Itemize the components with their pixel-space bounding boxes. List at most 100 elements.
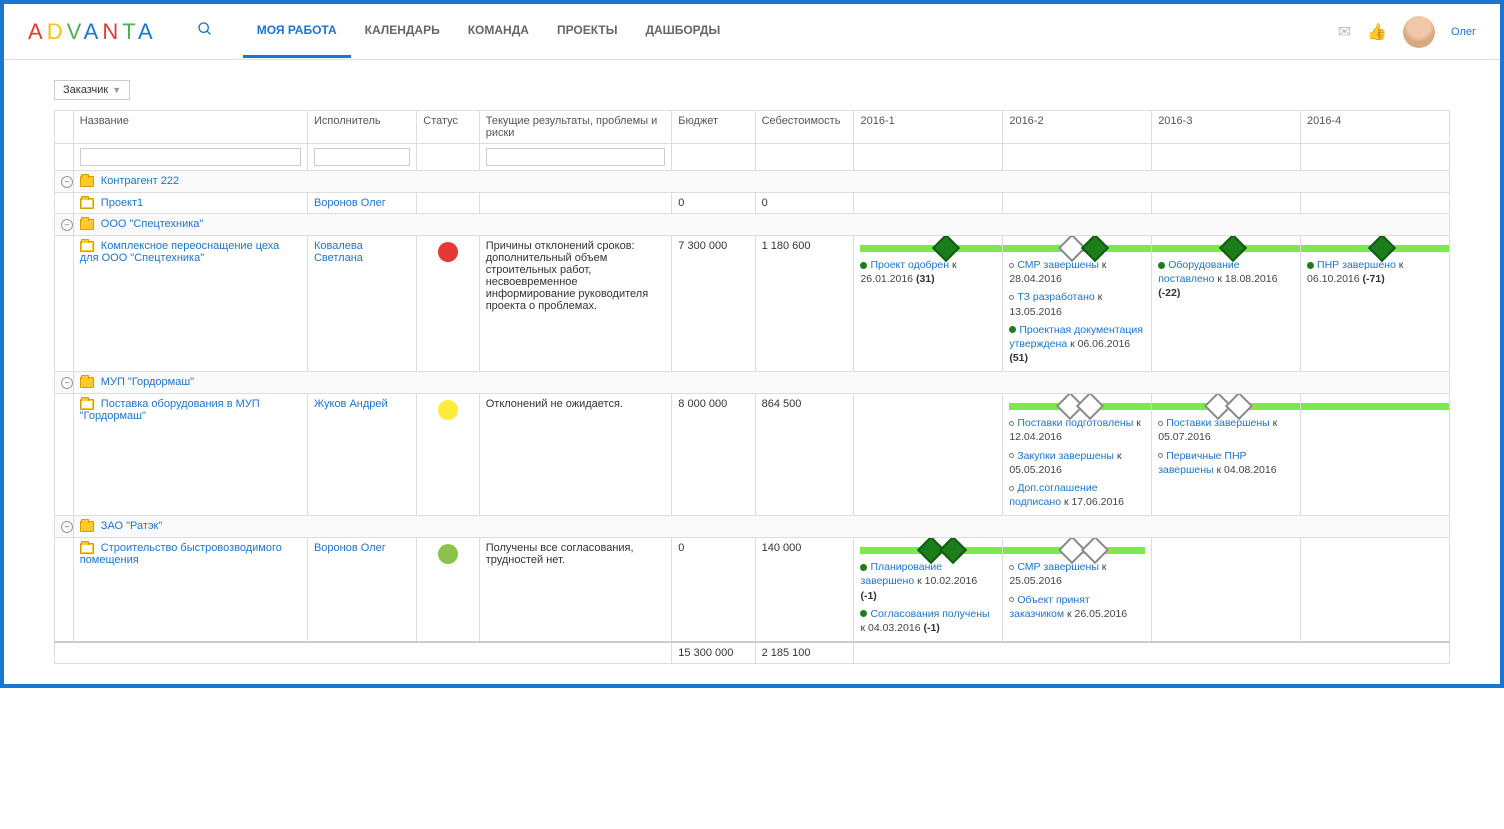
avatar[interactable] — [1403, 16, 1435, 48]
col-budget: Бюджет — [672, 111, 755, 144]
group-name[interactable]: ООО "Спецтехника" — [101, 218, 204, 230]
project-row: Комплексное переоснащение цеха для ООО "… — [55, 236, 1450, 372]
project-name[interactable]: Комплексное переоснащение цеха для ООО "… — [80, 240, 280, 264]
milestone-title[interactable]: Поставки завершены — [1166, 417, 1270, 429]
milestone-dot-icon — [1009, 486, 1014, 491]
milestone-delta: (-71) — [1363, 273, 1385, 285]
search-icon[interactable] — [197, 21, 213, 42]
milestone-date: к 06.06.2016 — [1070, 338, 1130, 350]
nav-dashboards[interactable]: ДАШБОРДЫ — [631, 5, 734, 58]
timeline-cell: Поставки завершены к 05.07.2016Первичные… — [1152, 394, 1301, 516]
group-row: – ООО "Спецтехника" — [55, 214, 1450, 236]
milestone-date: к 18.08.2016 — [1217, 273, 1277, 285]
milestone-date: к 04.08.2016 — [1217, 464, 1277, 476]
logo: ADVANTA — [28, 19, 157, 45]
project-name[interactable]: Проект1 — [101, 197, 143, 209]
project-icon — [80, 399, 94, 410]
filter-results[interactable] — [486, 148, 666, 166]
milestone-dot-icon — [1158, 453, 1163, 458]
results-text: Отклонений не ожидается. — [479, 394, 672, 516]
expand-toggle[interactable]: – — [61, 219, 73, 231]
expand-toggle[interactable]: – — [61, 176, 73, 188]
nav-projects[interactable]: ПРОЕКТЫ — [543, 5, 632, 58]
nav-my-work[interactable]: МОЯ РАБОТА — [243, 5, 351, 58]
col-q4: 2016-4 — [1301, 111, 1450, 144]
group-row: – Контрагент 222 — [55, 171, 1450, 193]
main-nav: МОЯ РАБОТА КАЛЕНДАРЬ КОМАНДА ПРОЕКТЫ ДАШ… — [243, 5, 735, 58]
milestone-date: к 04.03.2016 — [860, 622, 920, 634]
status-indicator — [438, 400, 458, 420]
group-name[interactable]: Контрагент 222 — [101, 175, 179, 187]
timeline-cell — [1301, 394, 1450, 516]
group-row: – МУП "Гордормаш" — [55, 372, 1450, 394]
executor-link[interactable]: Воронов Олег — [314, 197, 386, 209]
cost-value: 864 500 — [755, 394, 854, 516]
milestone-title[interactable]: ТЗ разработано — [1017, 291, 1094, 303]
milestone-title[interactable]: СМР завершены — [1017, 561, 1099, 573]
milestone-dot-icon — [1158, 421, 1163, 426]
timeline-cell: Проект одобрен к 26.01.2016 (31) — [854, 236, 1003, 372]
header-icons: ✉ 👍 Олег — [1338, 16, 1476, 48]
results-text: Причины отклонений сроков: дополнительны… — [479, 236, 672, 372]
budget-value: 7 300 000 — [672, 236, 755, 372]
milestone-title[interactable]: Закупки завершены — [1017, 450, 1114, 462]
milestone-date: к 10.02.2016 — [917, 575, 977, 587]
milestone: Поставки подготовлены к 12.04.2016 — [1009, 416, 1145, 444]
col-executor: Исполнитель — [307, 111, 416, 144]
cost-value: 140 000 — [755, 538, 854, 642]
folder-icon — [80, 521, 94, 532]
milestone-dot-icon — [1158, 262, 1165, 269]
timeline-cell: СМР завершены к 25.05.2016Объект принят … — [1003, 538, 1152, 642]
col-results: Текущие результаты, проблемы и риски — [479, 111, 672, 144]
executor-link[interactable]: Воронов Олег — [314, 542, 386, 554]
username[interactable]: Олег — [1451, 26, 1476, 38]
project-name[interactable]: Поставка оборудования в МУП "Гордормаш" — [80, 398, 260, 422]
timeline-cell — [1152, 538, 1301, 642]
milestone: Первичные ПНР завершены к 04.08.2016 — [1158, 449, 1294, 477]
expand-toggle[interactable]: – — [61, 377, 73, 389]
milestone-title[interactable]: СМР завершены — [1017, 259, 1099, 271]
total-cost: 2 185 100 — [755, 642, 854, 664]
group-name[interactable]: ЗАО "Ратэк" — [101, 520, 162, 532]
milestone-title[interactable]: Согласования получены — [870, 608, 989, 620]
cost-value: 0 — [755, 193, 854, 214]
folder-icon — [80, 219, 94, 230]
nav-team[interactable]: КОМАНДА — [454, 5, 543, 58]
milestone-title[interactable]: Поставки подготовлены — [1017, 417, 1133, 429]
milestone-dot-icon — [1009, 263, 1014, 268]
filter-executor[interactable] — [314, 148, 410, 166]
mail-icon[interactable]: ✉ — [1338, 22, 1351, 42]
customer-dropdown[interactable]: Заказчик▼ — [54, 80, 130, 100]
expand-toggle[interactable]: – — [61, 521, 73, 533]
timeline-cell — [1301, 538, 1450, 642]
milestone-title[interactable]: ПНР завершено — [1317, 259, 1396, 271]
filter-name[interactable] — [80, 148, 301, 166]
milestone-dot-icon — [1307, 262, 1314, 269]
thumbs-up-icon[interactable]: 👍 — [1367, 22, 1387, 42]
budget-value: 0 — [672, 193, 755, 214]
timeline-cell: Оборудование поставлено к 18.08.2016 (-2… — [1152, 236, 1301, 372]
milestone: ТЗ разработано к 13.05.2016 — [1009, 290, 1145, 318]
status-indicator — [438, 544, 458, 564]
milestone-delta: (-1) — [923, 622, 939, 634]
milestone-dot-icon — [1009, 565, 1014, 570]
nav-calendar[interactable]: КАЛЕНДАРЬ — [351, 5, 454, 58]
executor-link[interactable]: Ковалева Светлана — [314, 240, 363, 264]
milestone: Объект принят заказчиком к 26.05.2016 — [1009, 593, 1145, 621]
milestone: Согласования получены к 04.03.2016 (-1) — [860, 607, 996, 635]
timeline-cell — [854, 394, 1003, 516]
page-content: Заказчик▼ Название Исполнитель Статус Те… — [4, 60, 1500, 684]
col-q3: 2016-3 — [1152, 111, 1301, 144]
group-name[interactable]: МУП "Гордормаш" — [101, 376, 194, 388]
executor-link[interactable]: Жуков Андрей — [314, 398, 388, 410]
col-q1: 2016-1 — [854, 111, 1003, 144]
dropdown-label: Заказчик — [63, 84, 108, 96]
cost-value: 1 180 600 — [755, 236, 854, 372]
project-name[interactable]: Строительство быстровозводимого помещени… — [80, 542, 282, 566]
project-icon — [80, 241, 94, 252]
milestone-title[interactable]: Проект одобрен — [870, 259, 949, 271]
project-icon — [80, 198, 94, 209]
milestone-dot-icon — [860, 610, 867, 617]
status-indicator — [438, 242, 458, 262]
milestone-dot-icon — [1009, 295, 1014, 300]
